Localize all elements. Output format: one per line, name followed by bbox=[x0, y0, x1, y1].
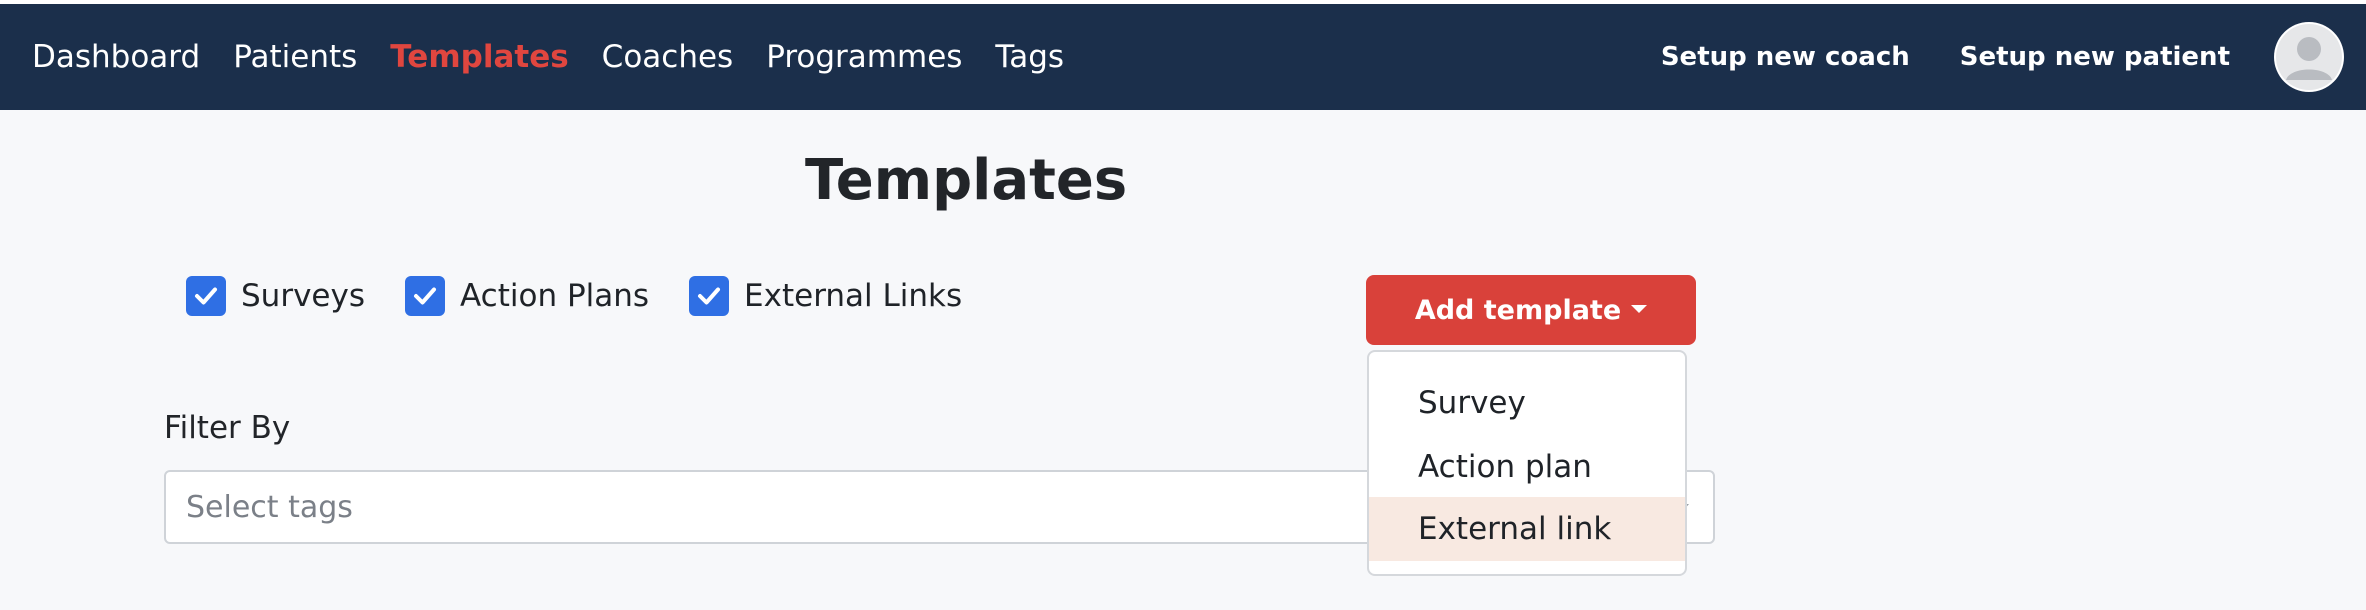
action-plans-checkbox-label: Action Plans bbox=[460, 278, 650, 314]
nav-link-tags[interactable]: Tags bbox=[995, 39, 1064, 75]
menu-item-survey[interactable]: Survey bbox=[1369, 371, 1685, 435]
nav-link-dashboard[interactable]: Dashboard bbox=[32, 39, 200, 75]
caret-down-icon bbox=[1631, 305, 1648, 313]
surveys-checkbox-label: Surveys bbox=[241, 278, 365, 314]
action-plans-checkbox[interactable] bbox=[405, 276, 445, 316]
add-template-dropdown-menu: Survey Action plan External link bbox=[1367, 350, 1687, 576]
nav-link-programmes[interactable]: Programmes bbox=[766, 39, 962, 75]
checkmark-icon bbox=[414, 287, 436, 305]
surveys-checkbox[interactable] bbox=[186, 276, 226, 316]
checkmark-icon bbox=[698, 287, 721, 305]
nav-link-patients[interactable]: Patients bbox=[233, 39, 357, 75]
surveys-checkbox-item[interactable]: Surveys bbox=[186, 276, 365, 316]
tags-select-placeholder: Select tags bbox=[186, 489, 353, 525]
add-template-label: Add template bbox=[1414, 294, 1622, 326]
setup-new-patient-link[interactable]: Setup new patient bbox=[1960, 42, 2230, 72]
add-template-button[interactable]: Add template bbox=[1366, 275, 1696, 345]
external-links-checkbox[interactable] bbox=[689, 276, 730, 316]
nav-link-templates[interactable]: Templates bbox=[390, 39, 568, 75]
user-avatar-icon[interactable] bbox=[2274, 22, 2344, 92]
external-links-checkbox-item[interactable]: External Links bbox=[689, 276, 962, 316]
setup-new-coach-link[interactable]: Setup new coach bbox=[1661, 42, 1910, 72]
nav-actions: Setup new coach Setup new patient bbox=[1661, 4, 2344, 110]
menu-item-action-plan[interactable]: Action plan bbox=[1369, 435, 1685, 499]
menu-item-external-link[interactable]: External link bbox=[1369, 497, 1685, 561]
person-silhouette-icon bbox=[2276, 24, 2342, 90]
top-navbar: Dashboard Patients Templates Coaches Pro… bbox=[0, 4, 2366, 110]
checkmark-icon bbox=[195, 287, 217, 305]
external-links-checkbox-label: External Links bbox=[744, 278, 963, 314]
template-type-filters: Surveys Action Plans External Links bbox=[186, 276, 1002, 316]
page-title: Templates bbox=[805, 148, 1128, 213]
filter-by-label: Filter By bbox=[164, 410, 291, 446]
action-plans-checkbox-item[interactable]: Action Plans bbox=[405, 276, 649, 316]
nav-link-coaches[interactable]: Coaches bbox=[602, 39, 734, 75]
main-nav: Dashboard Patients Templates Coaches Pro… bbox=[32, 4, 1097, 110]
